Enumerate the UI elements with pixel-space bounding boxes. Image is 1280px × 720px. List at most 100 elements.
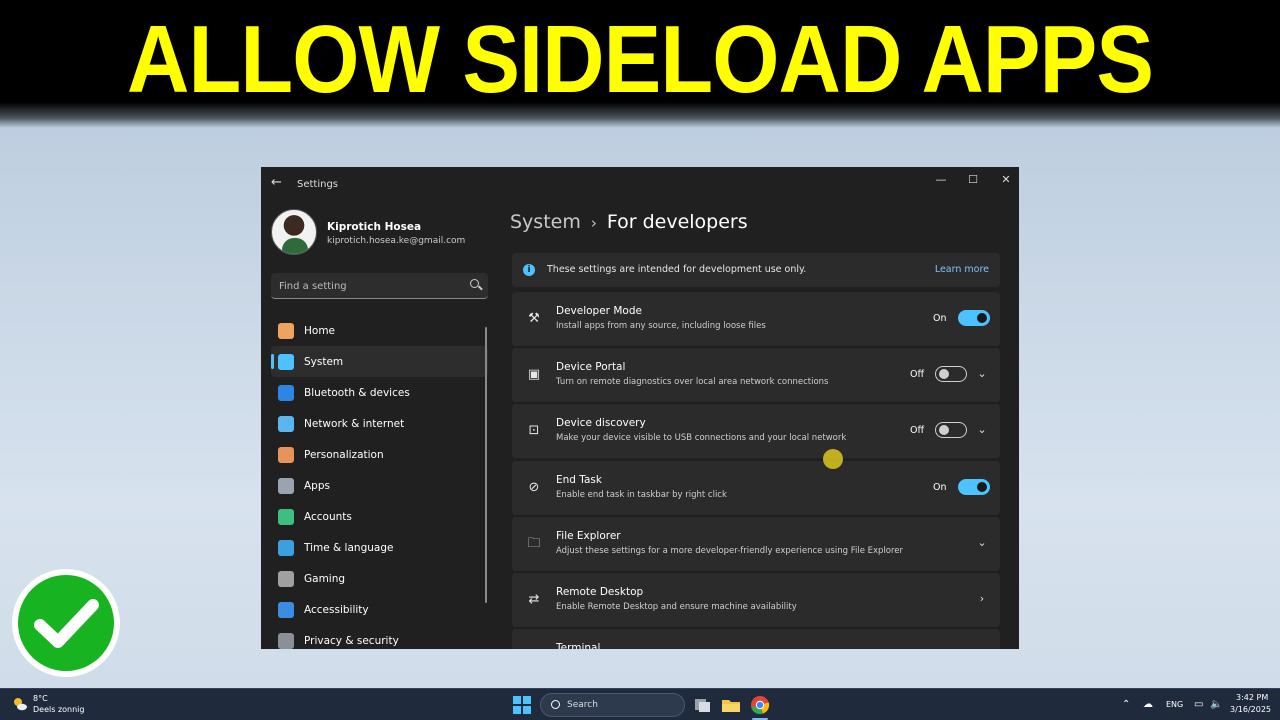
sidebar-item-accessibility[interactable]: Accessibility bbox=[271, 594, 488, 625]
chevron-down-icon[interactable]: ⌄ bbox=[974, 422, 990, 438]
setting-description: Enable end task in taskbar by right clic… bbox=[556, 490, 727, 500]
weather-description[interactable]: Deels zonnig bbox=[33, 705, 84, 714]
maximize-button[interactable]: ☐ bbox=[962, 171, 984, 189]
sidebar-item-label: Apps bbox=[304, 479, 330, 492]
avatar[interactable] bbox=[271, 209, 317, 255]
sidebar-item-apps[interactable]: Apps bbox=[271, 470, 488, 501]
sidebar-item-home[interactable]: Home bbox=[271, 315, 488, 346]
shield-icon bbox=[278, 632, 294, 649]
windows-start-icon[interactable] bbox=[513, 696, 531, 714]
toggle-knob bbox=[939, 369, 949, 379]
setting-title: Terminal bbox=[556, 642, 601, 649]
search-icon bbox=[551, 700, 560, 709]
bluetooth-icon bbox=[278, 384, 294, 401]
language-indicator[interactable]: ENG bbox=[1166, 700, 1183, 709]
sidebar-item-personalization[interactable]: Personalization bbox=[271, 439, 488, 470]
task-view-icon[interactable] bbox=[693, 695, 713, 715]
sidebar-item-system[interactable]: System bbox=[271, 346, 488, 377]
sidebar-item-label: System bbox=[304, 355, 344, 368]
toggle-switch[interactable] bbox=[935, 422, 967, 438]
sidebar-item-label: Accounts bbox=[304, 510, 352, 523]
setting-card-end-task[interactable]: ⊘ End Task Enable end task in taskbar by r… bbox=[512, 461, 1000, 515]
sidebar-nav: Home System Bluetooth & devices Network & i… bbox=[271, 315, 488, 649]
toggle-knob bbox=[977, 482, 987, 492]
setting-title: Device discovery bbox=[556, 417, 646, 429]
breadcrumb-parent[interactable]: System bbox=[510, 211, 581, 233]
network-icon[interactable]: ▭ bbox=[1194, 699, 1203, 711]
wifi-icon bbox=[278, 415, 294, 432]
app-title: Settings bbox=[297, 179, 339, 190]
search-icon[interactable] bbox=[470, 279, 479, 288]
cloud-icon[interactable]: ☁ bbox=[1143, 699, 1153, 711]
setting-title: Device Portal bbox=[556, 361, 626, 373]
taskbar-search-label: Search bbox=[567, 700, 598, 710]
setting-description: Enable Remote Desktop and ensure machine… bbox=[556, 602, 797, 612]
toggle-switch[interactable] bbox=[935, 366, 967, 382]
folder-icon: 🗀 bbox=[527, 536, 541, 551]
clock-time[interactable]: 3:42 PM bbox=[1236, 693, 1268, 702]
setting-title: Developer Mode bbox=[556, 305, 642, 317]
gamepad-icon bbox=[278, 570, 294, 587]
weather-temperature[interactable]: 8°C bbox=[33, 694, 48, 703]
chevron-right-icon[interactable]: › bbox=[974, 591, 990, 607]
toggle-state-label: On bbox=[933, 313, 947, 324]
sidebar-item-label: Privacy & security bbox=[304, 634, 399, 647]
search-input[interactable] bbox=[279, 278, 459, 294]
close-button[interactable]: ✕ bbox=[995, 171, 1017, 189]
back-arrow-icon[interactable]: ← bbox=[271, 176, 285, 190]
setting-card-terminal[interactable]: >_ Terminal bbox=[512, 629, 1000, 649]
sidebar-scrollbar[interactable] bbox=[485, 327, 487, 603]
sidebar-item-privacy-security[interactable]: Privacy & security bbox=[271, 625, 488, 649]
toggle-switch[interactable] bbox=[958, 310, 990, 326]
sidebar-item-gaming[interactable]: Gaming bbox=[271, 563, 488, 594]
user-name: Kiprotich Hosea bbox=[327, 221, 422, 233]
display-icon bbox=[278, 353, 294, 370]
setting-card-developer-mode[interactable]: ⚒ Developer Mode Install apps from any sou… bbox=[512, 292, 1000, 346]
setting-description: Make your device visible to USB connecti… bbox=[556, 433, 847, 443]
toggle-state-label: Off bbox=[910, 425, 925, 436]
weather-icon[interactable] bbox=[12, 696, 28, 712]
banner-title: ALLOW SIDELOAD APPS bbox=[126, 6, 1154, 113]
page-title: For developers bbox=[606, 211, 748, 233]
remote-desktop-icon: ⇄ bbox=[528, 592, 540, 607]
user-profile[interactable]: Kiprotich Hosea kiprotich.hosea.ke@gmail… bbox=[271, 209, 501, 257]
setting-card-device-discovery[interactable]: ⊡ Device discovery Make your device visibl… bbox=[512, 404, 1000, 458]
setting-description: Adjust these settings for a more develop… bbox=[556, 546, 904, 556]
mouse-cursor-highlight bbox=[823, 449, 843, 469]
terminal-icon: >_ bbox=[526, 648, 543, 649]
volume-icon[interactable]: 🔈 bbox=[1210, 699, 1222, 711]
sidebar-item-accounts[interactable]: Accounts bbox=[271, 501, 488, 532]
info-bar: i These settings are intended for develo… bbox=[512, 253, 1000, 287]
title-banner: ALLOW SIDELOAD APPS bbox=[0, 0, 1280, 128]
developer-tools-icon: ⚒ bbox=[528, 311, 540, 326]
sidebar-item-bluetooth-devices[interactable]: Bluetooth & devices bbox=[271, 377, 488, 408]
learn-more-link[interactable]: Learn more bbox=[935, 264, 989, 275]
setting-description: Install apps from any source, including … bbox=[556, 321, 766, 331]
sidebar-item-network-internet[interactable]: Network & internet bbox=[271, 408, 488, 439]
minimize-button[interactable]: — bbox=[930, 171, 952, 189]
globe-clock-icon bbox=[278, 539, 294, 556]
chevron-down-icon[interactable]: ⌄ bbox=[974, 535, 990, 551]
show-hidden-icons-icon[interactable]: ⌃ bbox=[1122, 699, 1130, 711]
setting-card-remote-desktop[interactable]: ⇄ Remote Desktop Enable Remote Desktop and… bbox=[512, 573, 1000, 627]
breadcrumb-separator: › bbox=[590, 214, 597, 232]
settings-window: ← Settings — ☐ ✕ Kiprotich Hosea kiproti… bbox=[261, 167, 1019, 649]
sidebar-item-label: Time & language bbox=[304, 541, 394, 554]
toggle-switch[interactable] bbox=[958, 479, 990, 495]
taskbar-search[interactable]: Search bbox=[540, 693, 685, 717]
setting-card-device-portal[interactable]: ▣ Device Portal Turn on remote diagnostics… bbox=[512, 348, 1000, 402]
find-setting-box[interactable] bbox=[271, 273, 488, 299]
sidebar-item-time-language[interactable]: Time & language bbox=[271, 532, 488, 563]
file-explorer-icon[interactable] bbox=[721, 695, 741, 715]
toggle-state-label: On bbox=[933, 482, 947, 493]
clock-date[interactable]: 3/16/2025 bbox=[1230, 705, 1271, 714]
info-text: These settings are intended for developm… bbox=[547, 264, 807, 275]
chrome-icon[interactable] bbox=[750, 695, 770, 715]
chevron-down-icon[interactable]: ⌄ bbox=[974, 366, 990, 382]
setting-card-file-explorer[interactable]: 🗀 File Explorer Adjust these settings for … bbox=[512, 517, 1000, 571]
sidebar-item-label: Personalization bbox=[304, 448, 384, 461]
setting-description: Turn on remote diagnostics over local ar… bbox=[556, 377, 829, 387]
device-portal-icon: ▣ bbox=[527, 367, 541, 382]
brush-icon bbox=[278, 446, 294, 463]
checkmark-icon bbox=[18, 575, 114, 671]
